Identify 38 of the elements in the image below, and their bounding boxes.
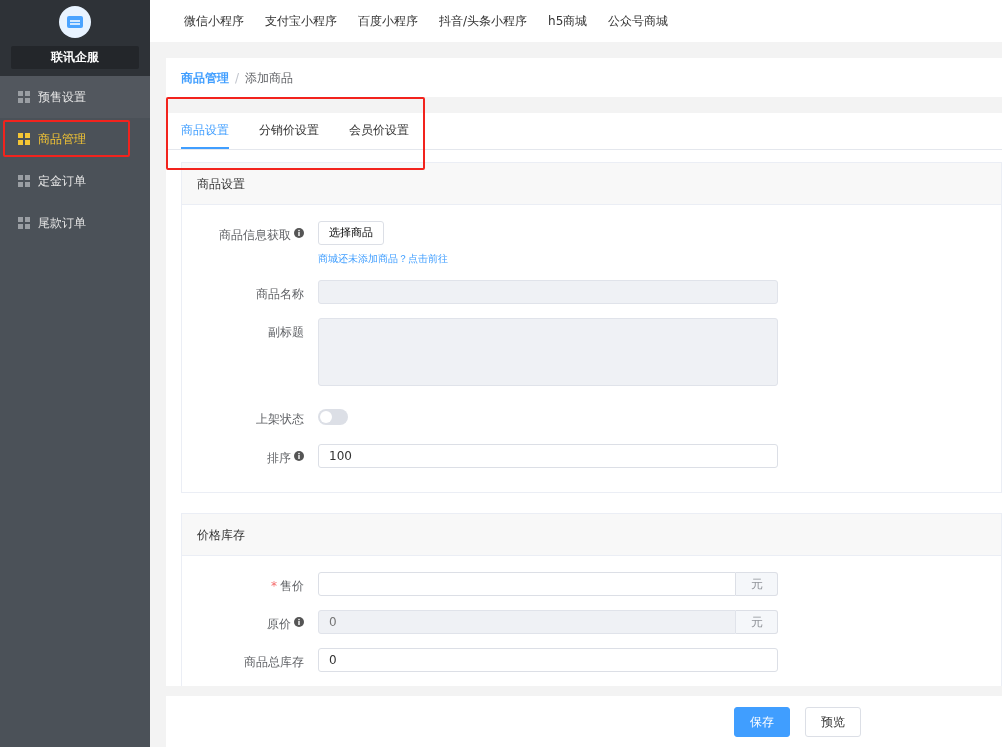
field-label: 副标题 xyxy=(268,324,304,341)
top-nav-link[interactable]: 微信小程序 xyxy=(184,12,244,30)
tab[interactable]: 会员价设置 xyxy=(349,113,409,149)
breadcrumb-item: 添加商品 xyxy=(245,69,294,87)
top-nav-link[interactable]: 支付宝小程序 xyxy=(265,12,337,30)
sidebar-item[interactable]: 尾款订单 xyxy=(0,202,150,244)
select-button[interactable]: 选择商品 xyxy=(318,221,384,245)
top-nav-link[interactable]: h5商城 xyxy=(548,12,588,30)
toggle-switch[interactable] xyxy=(318,409,348,425)
grid-icon xyxy=(18,133,30,145)
grid-icon xyxy=(18,175,30,187)
input-field[interactable]: 0 xyxy=(318,648,778,672)
field-label: 商品总库存 xyxy=(244,654,304,671)
breadcrumb-separator: / xyxy=(235,69,240,87)
sidebar-item[interactable]: 定金订单 xyxy=(0,160,150,202)
field-label: 排序 xyxy=(267,450,291,467)
section-title: 价格库存 xyxy=(197,526,245,544)
grid-icon xyxy=(18,91,30,103)
field-label: 原价 xyxy=(267,616,291,633)
unit-suffix: 元 xyxy=(736,572,778,596)
top-nav-link[interactable]: 百度小程序 xyxy=(358,12,418,30)
input-field[interactable]: 100 xyxy=(318,444,778,468)
required-mark: * xyxy=(271,578,277,595)
field-label: 商品名称 xyxy=(256,286,304,303)
input-field[interactable] xyxy=(318,572,736,596)
brand-name: 联讯企服 xyxy=(11,46,139,69)
section-title: 商品设置 xyxy=(197,175,245,193)
top-nav-link[interactable]: 抖音/头条小程序 xyxy=(439,12,528,30)
preview-button[interactable]: 预览 xyxy=(805,706,861,737)
grid-icon xyxy=(18,217,30,229)
field-label: 上架状态 xyxy=(256,411,304,428)
sidebar-item[interactable]: 预售设置 xyxy=(0,76,150,118)
tab[interactable]: 分销价设置 xyxy=(259,113,319,149)
unit-suffix: 元 xyxy=(736,610,778,634)
top-nav-link[interactable]: 公众号商城 xyxy=(608,12,669,30)
field-label: 商品信息获取 xyxy=(219,227,291,244)
logo-icon xyxy=(59,6,91,38)
field-label: 售价 xyxy=(280,578,304,595)
